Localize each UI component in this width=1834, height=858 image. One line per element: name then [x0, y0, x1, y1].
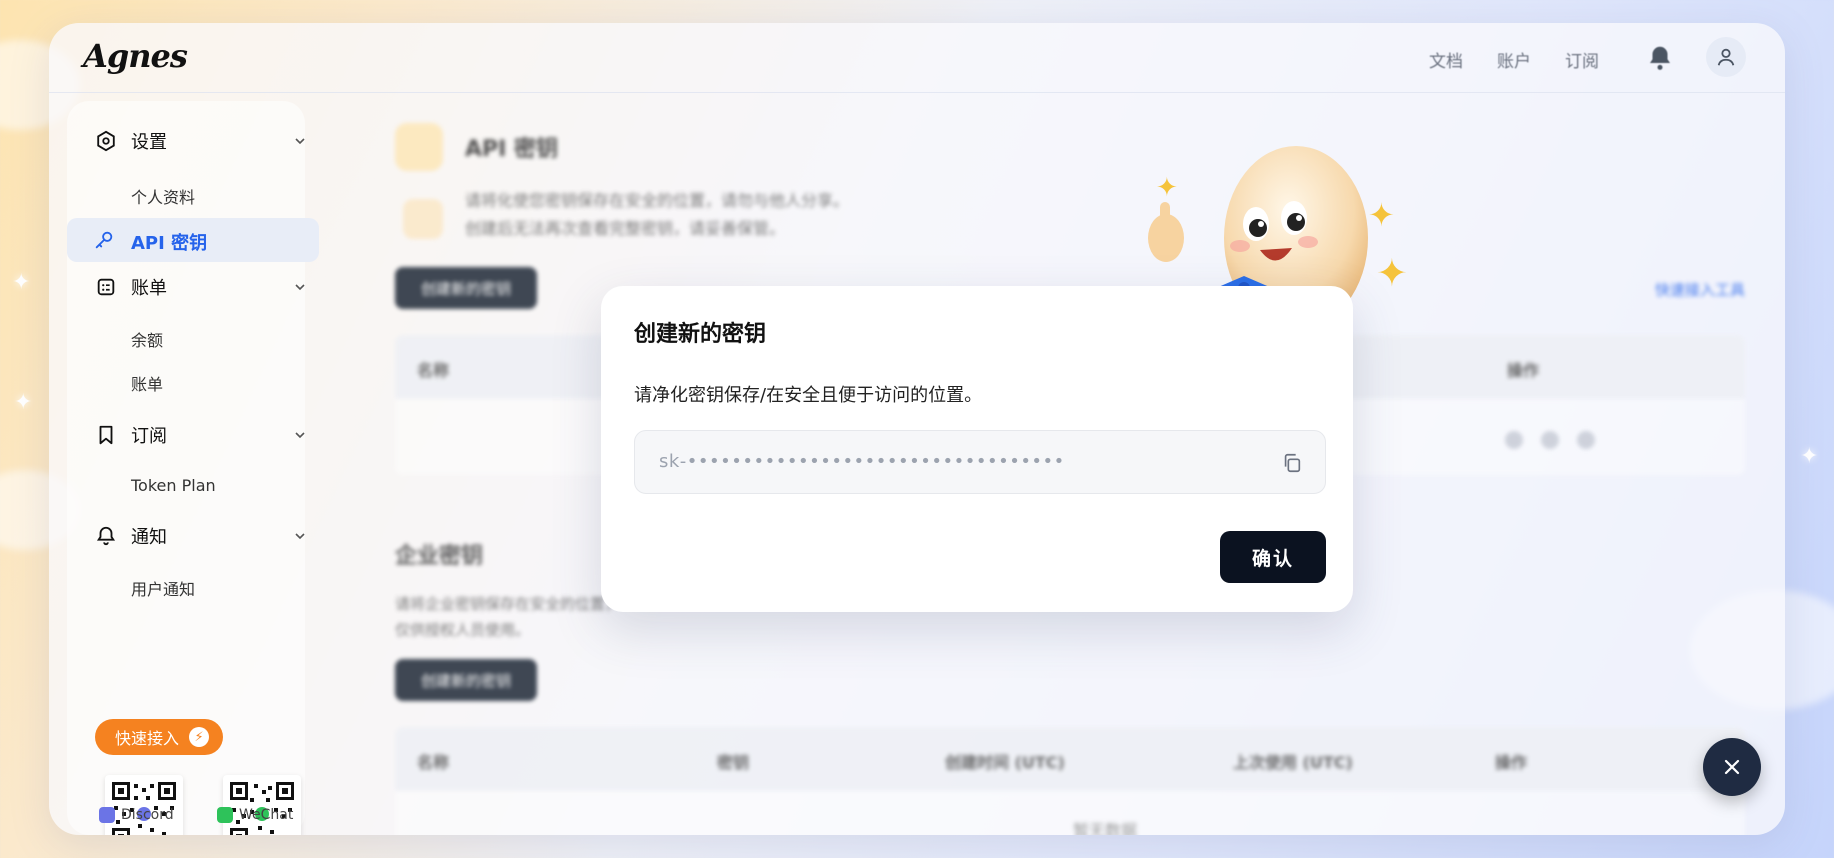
- modal-overlay: ✦ ✦ ✦ 创建新的密钥 请净化密钥保存/在安全且便于访问的位置。 sk-•••…: [0, 0, 1834, 858]
- close-button[interactable]: [1703, 738, 1761, 796]
- svg-text:✦: ✦: [1368, 196, 1395, 234]
- create-key-dialog: 创建新的密钥 请净化密钥保存/在安全且便于访问的位置。 sk-•••••••••…: [601, 286, 1353, 612]
- egg-mascot-illustration: ✦ ✦ ✦: [1148, 146, 1408, 308]
- dialog-title: 创建新的密钥: [634, 322, 767, 347]
- svg-text:✦: ✦: [1156, 173, 1178, 203]
- dialog-hint: 请净化密钥保存/在安全且便于访问的位置。: [634, 385, 983, 406]
- confirm-button[interactable]: 确认: [1220, 531, 1326, 583]
- close-icon: [1724, 759, 1740, 775]
- api-key-field[interactable]: sk-••••••••••••••••••••••••••••••••••: [634, 430, 1326, 494]
- copy-icon[interactable]: [1281, 452, 1303, 474]
- svg-text:✦: ✦: [1376, 251, 1408, 295]
- api-key-value[interactable]: sk-••••••••••••••••••••••••••••••••••: [659, 451, 1065, 472]
